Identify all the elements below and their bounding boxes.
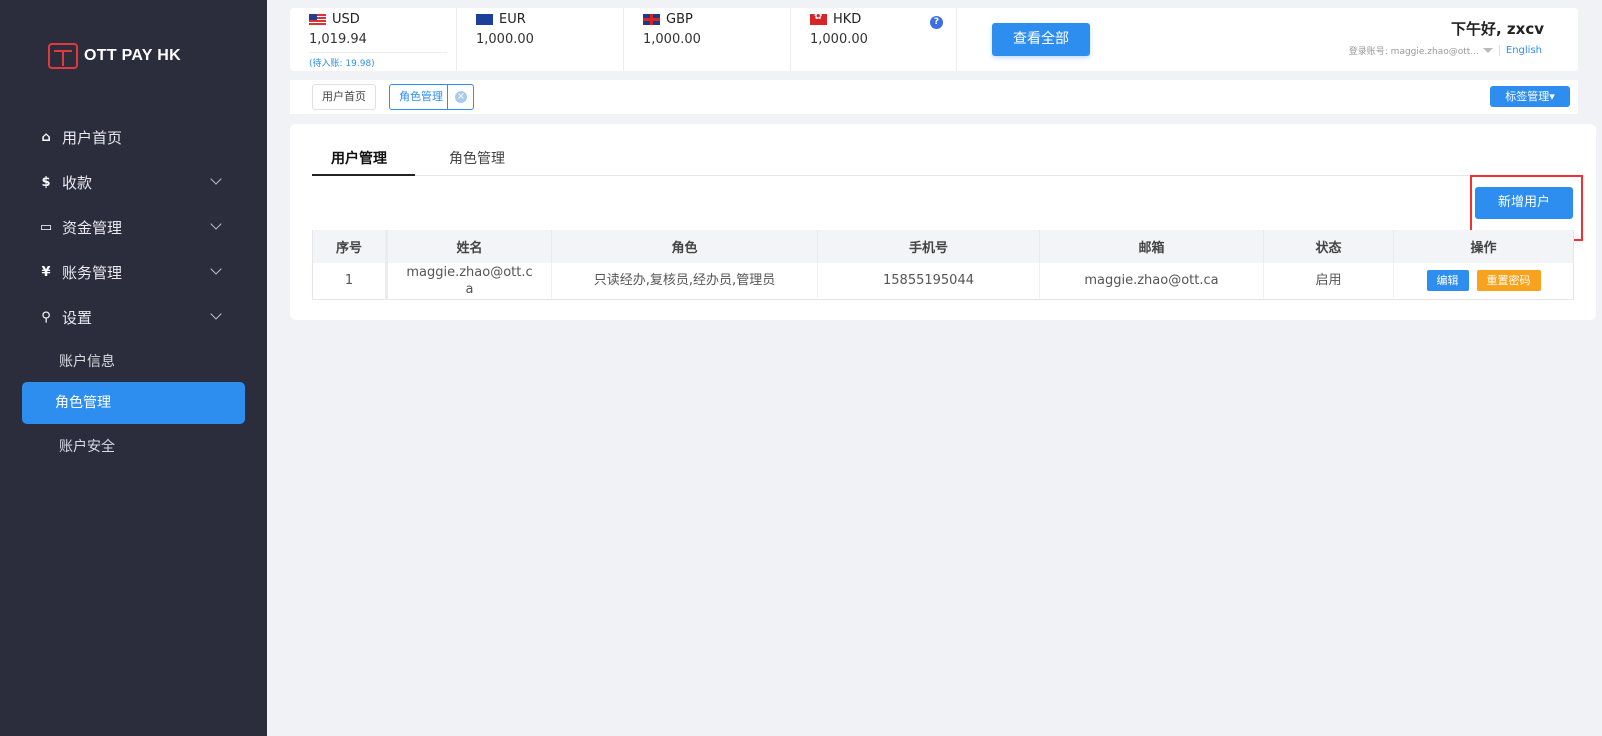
currency-amount: 1,000.00 [643, 32, 701, 47]
cell-name: maggie.zhao@ott.ca [386, 263, 552, 300]
column-header-phone: 手机号 [817, 230, 1040, 263]
column-header-role: 角色 [551, 230, 818, 263]
uk-flag-icon [643, 14, 660, 25]
currency-code: USD [332, 12, 360, 27]
cell-actions: 编辑 重置密码 [1393, 263, 1574, 300]
yen-icon: ¥ [41, 264, 51, 280]
user-management-card: 用户管理 角色管理 新增用户 序号 姓名 角色 手机号 邮箱 状态 操作 1 m… [290, 124, 1596, 320]
help-icon[interactable]: ? [930, 16, 943, 29]
card-icon: ▭ [39, 219, 53, 235]
currency-usd: USD 1,019.94 (待入账: 19.98) [290, 8, 457, 71]
sidebar-item-label: 收款 [62, 173, 93, 192]
currency-gbp: GBP 1,000.00 [624, 8, 791, 71]
column-header-name: 姓名 [386, 230, 552, 263]
sidebar-item-label: 资金管理 [62, 218, 123, 237]
tag-role-management[interactable]: 角色管理 [389, 84, 474, 110]
tags-bar: 用户首页 角色管理 [290, 80, 1468, 114]
sidebar: OTT PAY HK ⌂ 用户首页 $ 收款 ▭ 资金管理 ¥ 账务管理 ⚲ 设… [0, 0, 267, 736]
greeting-text: 下午好, zxcv [1451, 20, 1544, 38]
pending-amount: (待入账: 19.98) [309, 52, 447, 69]
login-account: 登录账号: maggie.zhao@ott... English [1349, 44, 1542, 57]
close-icon[interactable] [447, 85, 473, 109]
us-flag-icon [309, 14, 326, 25]
chevron-down-icon [210, 173, 222, 185]
column-header-email: 邮箱 [1039, 230, 1264, 263]
hk-flag-icon [810, 11, 827, 25]
currency-code: EUR [499, 12, 526, 27]
edit-button[interactable]: 编辑 [1426, 270, 1469, 292]
sidebar-item-label: 设置 [62, 308, 93, 327]
currency-amount: 1,019.94 [309, 32, 367, 47]
home-icon: ⌂ [41, 129, 51, 145]
sidebar-subitem-role-management[interactable]: 角色管理 [22, 382, 245, 424]
currency-code: GBP [666, 12, 693, 27]
column-header-index: 序号 [312, 230, 388, 263]
sidebar-item-label: 账务管理 [62, 263, 123, 282]
table-header-row: 序号 姓名 角色 手机号 邮箱 状态 操作 [312, 230, 1574, 263]
sidebar-item-funds[interactable]: ▭ 资金管理 [38, 212, 228, 242]
tab-role-management[interactable]: 角色管理 [449, 148, 505, 168]
dollar-icon: $ [41, 174, 51, 190]
cell-status: 启用 [1263, 263, 1394, 300]
dropdown-caret-icon[interactable] [1482, 48, 1493, 53]
currency-bar: USD 1,019.94 (待入账: 19.98) EUR 1,000.00 G… [290, 8, 1578, 71]
search-icon: ⚲ [41, 309, 51, 325]
sidebar-item-accounting[interactable]: ¥ 账务管理 [38, 257, 228, 287]
tag-manager-area: 标签管理▾ [1468, 80, 1578, 114]
language-switch[interactable]: English [1498, 45, 1542, 56]
tag-manager-button[interactable]: 标签管理▾ [1490, 86, 1570, 107]
tag-home[interactable]: 用户首页 [312, 84, 376, 110]
tab-user-management[interactable]: 用户管理 [331, 148, 387, 168]
sidebar-item-settings[interactable]: ⚲ 设置 [38, 302, 228, 332]
sidebar-subitem-account-security[interactable]: 账户安全 [59, 436, 115, 456]
cell-index: 1 [312, 263, 388, 300]
logo-icon [48, 43, 78, 69]
sidebar-item-home[interactable]: ⌂ 用户首页 [38, 122, 228, 152]
table-row: 1 maggie.zhao@ott.ca 只读经办,复核员,经办员,管理员 15… [312, 263, 1574, 300]
reset-password-button[interactable]: 重置密码 [1476, 270, 1541, 292]
sidebar-item-payments[interactable]: $ 收款 [38, 167, 228, 197]
cell-email: maggie.zhao@ott.ca [1039, 263, 1264, 300]
column-header-status: 状态 [1263, 230, 1394, 263]
chevron-down-icon [210, 263, 222, 275]
brand-name: OTT PAY HK [84, 47, 181, 64]
login-account-label: 登录账号: maggie.zhao@ott... [1348, 47, 1479, 57]
currency-eur: EUR 1,000.00 [457, 8, 624, 71]
column-header-actions: 操作 [1393, 230, 1574, 263]
currency-amount: 1,000.00 [476, 32, 534, 47]
sidebar-subitem-account-info[interactable]: 账户信息 [59, 351, 115, 371]
sidebar-item-label: 用户首页 [62, 128, 123, 147]
brand-logo[interactable]: OTT PAY HK [48, 43, 181, 69]
cell-roles: 只读经办,复核员,经办员,管理员 [551, 263, 818, 300]
chevron-down-icon [210, 308, 222, 320]
chevron-down-icon [210, 218, 222, 230]
view-all-button[interactable]: 查看全部 [992, 23, 1090, 56]
currency-code: HKD [833, 12, 862, 27]
cell-phone: 15855195044 [817, 263, 1040, 300]
active-tab-indicator [312, 174, 415, 176]
eu-flag-icon [476, 14, 493, 25]
users-table: 序号 姓名 角色 手机号 邮箱 状态 操作 1 maggie.zhao@ott.… [312, 230, 1574, 300]
tabs: 用户管理 角色管理 [312, 142, 1568, 176]
currency-amount: 1,000.00 [810, 32, 868, 47]
tag-label: 角色管理 [399, 90, 443, 103]
